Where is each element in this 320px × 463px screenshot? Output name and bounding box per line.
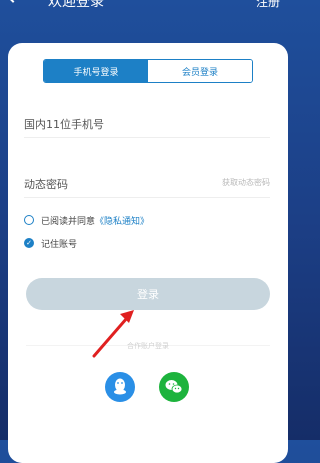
login-card: 手机号登录 会员登录 获取动态密码 已阅读并同意 《隐私通知》 ✓ 记住账号 登… (8, 43, 288, 463)
tab-member-login[interactable]: 会员登录 (148, 60, 252, 82)
dynamic-code-input[interactable] (24, 175, 204, 195)
get-code-button[interactable]: 获取动态密码 (222, 177, 270, 188)
register-link[interactable]: 注册 (256, 0, 280, 10)
agreement-text: 已阅读并同意 (41, 216, 96, 227)
header-bar: 欢迎登录 注册 (0, 0, 296, 14)
qq-icon (114, 378, 126, 395)
qq-login-button[interactable] (105, 372, 135, 402)
page-title: 欢迎登录 (48, 0, 104, 10)
agreement-row: 已阅读并同意 《隐私通知》 (24, 213, 149, 227)
wechat-login-button[interactable] (159, 372, 189, 402)
phone-field (24, 113, 270, 138)
remember-checkbox[interactable]: ✓ (24, 238, 34, 248)
back-arrow-icon[interactable] (3, 0, 23, 3)
code-field: 获取动态密码 (24, 173, 270, 198)
tab-phone-login[interactable]: 手机号登录 (44, 60, 148, 82)
agreement-checkbox[interactable] (24, 215, 34, 225)
partner-login-label: 合作账户登录 (127, 342, 169, 350)
phone-number-input[interactable] (24, 115, 270, 135)
remember-row: ✓ 记住账号 (24, 236, 77, 250)
privacy-notice-link[interactable]: 《隐私通知》 (95, 214, 149, 227)
wechat-icon (165, 380, 183, 394)
login-button[interactable]: 登录 (26, 278, 270, 310)
login-tabs: 手机号登录 会员登录 (43, 59, 253, 83)
remember-label: 记住账号 (41, 239, 78, 250)
